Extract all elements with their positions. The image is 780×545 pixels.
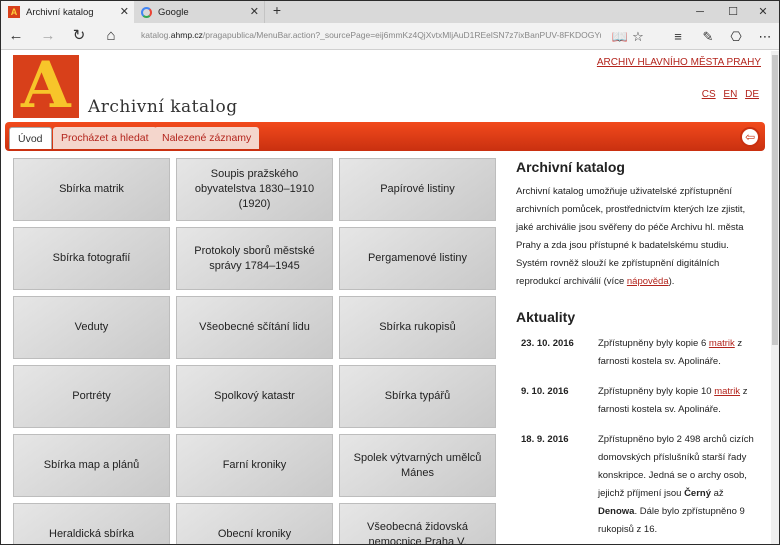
about-section: Archivní katalog Archivní katalog umožňu… bbox=[516, 159, 761, 291]
new-tab-icon[interactable]: + bbox=[269, 2, 285, 20]
collection-tile[interactable]: Portréty bbox=[13, 365, 170, 428]
news-text-before: Zpřístupněno bylo 2 498 archů cizích dom… bbox=[598, 434, 754, 499]
matrik-link[interactable]: matrik bbox=[714, 386, 740, 397]
news-date: 9. 10. 2016 bbox=[521, 386, 569, 397]
close-tab-icon[interactable]: ✕ bbox=[250, 5, 259, 18]
help-link[interactable]: nápověda bbox=[627, 276, 669, 287]
news-text-mid: až bbox=[711, 488, 724, 499]
minimize-icon[interactable]: ─ bbox=[684, 1, 716, 23]
news-date: 23. 10. 2016 bbox=[521, 338, 574, 349]
collection-tile[interactable]: Spolek výtvarných umělců Mánes bbox=[339, 434, 496, 497]
close-window-icon[interactable]: ✕ bbox=[747, 1, 779, 23]
collection-tile[interactable]: Všeobecná židovská nemocnice Praha V. bbox=[339, 503, 496, 544]
news-date: 18. 9. 2016 bbox=[521, 434, 569, 445]
google-favicon-icon bbox=[141, 6, 152, 18]
tab-strip: A Archivní katalog ✕ Google ✕ + ─ ☐ ✕ bbox=[1, 1, 779, 23]
news-text-before: Zpřístupněny byly kopie 10 bbox=[598, 386, 715, 397]
page-content: A Archivní katalog ARCHIV HLAVNÍHO MĚSTA… bbox=[1, 51, 771, 544]
news-bold-name: Černý bbox=[684, 488, 711, 499]
tab-nalezene[interactable]: Nalezené záznamy bbox=[154, 127, 260, 149]
more-icon[interactable]: ⋯ bbox=[756, 28, 774, 46]
news-bold-name: Denowa bbox=[598, 506, 635, 517]
collection-tile[interactable]: Sbírka matrik bbox=[13, 158, 170, 221]
collection-tile[interactable]: Spolkový katastr bbox=[176, 365, 333, 428]
collection-tile[interactable]: Obecní kroniky bbox=[176, 503, 333, 544]
tab-title: Google bbox=[158, 6, 189, 18]
home-icon[interactable]: ⌂ bbox=[101, 27, 121, 45]
vertical-scrollbar[interactable] bbox=[771, 51, 779, 544]
site-title: Archivní katalog bbox=[88, 97, 238, 117]
back-icon[interactable]: ← bbox=[6, 27, 26, 45]
forward-icon[interactable]: → bbox=[38, 27, 58, 45]
matrik-link[interactable]: matrik bbox=[709, 338, 735, 349]
collection-tile[interactable]: Sbírka typářů bbox=[339, 365, 496, 428]
news-text: Zpřístupněny byly kopie 6 matrik z farno… bbox=[598, 335, 758, 371]
reading-view-icon[interactable]: 📖 bbox=[611, 28, 629, 46]
collection-tile[interactable]: Farní kroniky bbox=[176, 434, 333, 497]
news-text-before: Zpřístupněny byly kopie 6 bbox=[598, 338, 709, 349]
collection-tile[interactable]: Soupis pražského obyvatelstva 1830–1910 … bbox=[176, 158, 333, 221]
hub-icon[interactable]: ≡ bbox=[669, 28, 687, 46]
tab-archivni-katalog[interactable]: A Archivní katalog ✕ bbox=[1, 1, 134, 23]
collection-tile[interactable]: Všeobecné sčítání lidu bbox=[176, 296, 333, 359]
language-switcher: CS EN DE bbox=[697, 89, 759, 100]
scrollbar-thumb[interactable] bbox=[772, 55, 778, 345]
archive-logo[interactable]: A bbox=[13, 51, 79, 121]
collection-tile[interactable]: Papírové listiny bbox=[339, 158, 496, 221]
collection-tile[interactable]: Sbírka rukopisů bbox=[339, 296, 496, 359]
tab-google[interactable]: Google ✕ bbox=[134, 1, 265, 23]
tab-uvod[interactable]: Úvod bbox=[9, 127, 52, 149]
collection-tile[interactable]: Veduty bbox=[13, 296, 170, 359]
about-text: Archivní katalog umožňuje uživatelské zp… bbox=[516, 183, 761, 291]
lang-en-link[interactable]: EN bbox=[723, 89, 737, 100]
favorite-star-icon[interactable]: ☆ bbox=[629, 28, 647, 46]
news-title: Aktuality bbox=[516, 309, 576, 325]
url-path: /pragapublica/MenuBar.action?_sourcePage… bbox=[202, 30, 601, 40]
navigation-bar: ← → ↻ ⌂ katalog.ahmp.cz/pragapublica/Men… bbox=[1, 23, 779, 50]
tab-title: Archivní katalog bbox=[26, 6, 94, 18]
collection-tile[interactable]: Heraldická sbírka bbox=[13, 503, 170, 544]
about-title: Archivní katalog bbox=[516, 159, 625, 175]
news-text: Zpřístupněny byly kopie 10 matrik z farn… bbox=[598, 383, 758, 419]
archive-home-link[interactable]: ARCHIV HLAVNÍHO MĚSTA PRAHY bbox=[597, 57, 761, 68]
tab-prochazet[interactable]: Procházet a hledat bbox=[53, 127, 157, 149]
collection-tile[interactable]: Pergamenové listiny bbox=[339, 227, 496, 290]
close-tab-icon[interactable]: ✕ bbox=[120, 5, 129, 18]
lang-cs-link[interactable]: CS bbox=[702, 89, 716, 100]
web-note-icon[interactable]: ✎ bbox=[699, 28, 717, 46]
url-prefix: katalog. bbox=[141, 30, 171, 40]
collection-tile[interactable]: Protokoly sborů městské správy 1784–1945 bbox=[176, 227, 333, 290]
address-bar[interactable]: katalog.ahmp.cz/pragapublica/MenuBar.act… bbox=[141, 30, 601, 44]
about-body: Archivní katalog umožňuje uživatelské zp… bbox=[516, 186, 746, 287]
browser-window: A Archivní katalog ✕ Google ✕ + ─ ☐ ✕ ← … bbox=[0, 0, 780, 545]
news-text: Zpřístupněno bylo 2 498 archů cizích dom… bbox=[598, 431, 758, 539]
archive-favicon-icon: A bbox=[8, 6, 20, 18]
collection-tile[interactable]: Sbírka map a plánů bbox=[13, 434, 170, 497]
share-icon[interactable]: ⎔ bbox=[727, 28, 745, 46]
lang-de-link[interactable]: DE bbox=[745, 89, 759, 100]
maximize-icon[interactable]: ☐ bbox=[717, 1, 749, 23]
collection-tile[interactable]: Sbírka fotografií bbox=[13, 227, 170, 290]
back-arrow-icon[interactable]: ⇦ bbox=[740, 127, 760, 147]
url-domain: ahmp.cz bbox=[170, 30, 203, 40]
about-tail: ). bbox=[668, 276, 675, 287]
refresh-icon[interactable]: ↻ bbox=[69, 27, 89, 45]
main-menu: Úvod Procházet a hledat Nalezené záznamy… bbox=[5, 122, 765, 151]
